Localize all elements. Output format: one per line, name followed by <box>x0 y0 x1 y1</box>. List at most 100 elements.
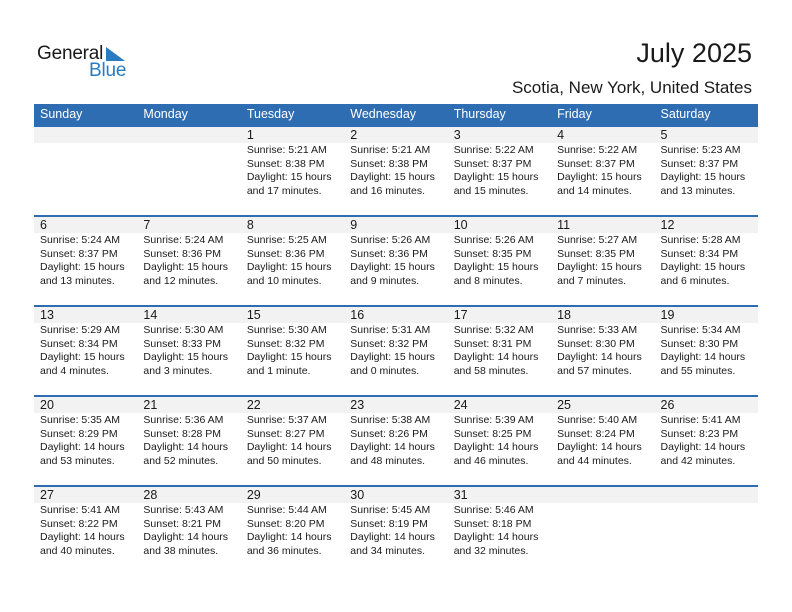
logo-text-blue: Blue <box>89 60 127 81</box>
week-row: 13 Sunrise: 5:29 AM Sunset: 8:34 PM Dayligh… <box>34 305 758 395</box>
sun-info: Sunrise: 5:32 AM Sunset: 8:31 PM Daylight:… <box>454 323 551 378</box>
sun-info: Sunrise: 5:31 AM Sunset: 8:32 PM Daylight:… <box>350 323 447 378</box>
daylight-hours: Daylight: 14 hours <box>660 441 746 453</box>
day-cell: 3 Sunrise: 5:22 AM Sunset: 8:37 PM Daylight… <box>448 127 551 215</box>
day-number: 29 <box>246 488 261 502</box>
daylight-minutes: and 50 minutes. <box>246 454 322 467</box>
day-number: 7 <box>143 218 151 232</box>
daylight-minutes: and 42 minutes. <box>660 454 736 467</box>
sun-info: Sunrise: 5:38 AM Sunset: 8:26 PM Daylight:… <box>350 413 447 468</box>
day-cell: 22 Sunrise: 5:37 AM Sunset: 8:27 PM Dayligh… <box>241 397 344 485</box>
day-cell: 14 Sunrise: 5:30 AM Sunset: 8:33 PM Dayligh… <box>137 307 240 395</box>
day-number: 4 <box>557 128 565 142</box>
sun-info: Sunrise: 5:29 AM Sunset: 8:34 PM Daylight:… <box>40 323 137 378</box>
sunset-time: Sunset: 8:34 PM <box>40 337 118 350</box>
sunset-time: Sunset: 8:19 PM <box>350 517 428 530</box>
daylight-hours: Daylight: 15 hours <box>40 351 125 363</box>
day-cell: 16 Sunrise: 5:31 AM Sunset: 8:32 PM Dayligh… <box>344 307 447 395</box>
day-cell: 12 Sunrise: 5:28 AM Sunset: 8:34 PM Dayligh… <box>655 217 758 305</box>
daylight-minutes: and 13 minutes. <box>660 184 736 197</box>
sunrise-time: Sunrise: 5:21 AM <box>246 144 327 156</box>
day-number: 28 <box>143 488 158 502</box>
sun-info: Sunrise: 5:33 AM Sunset: 8:30 PM Daylight:… <box>557 323 654 378</box>
sunrise-time: Sunrise: 5:26 AM <box>453 234 534 246</box>
sun-info: Sunrise: 5:46 AM Sunset: 8:18 PM Daylight:… <box>454 503 551 558</box>
week-row: 27 Sunrise: 5:41 AM Sunset: 8:22 PM Dayligh… <box>34 485 758 575</box>
weekday-friday: Friday <box>557 107 592 121</box>
day-cell: 10 Sunrise: 5:26 AM Sunset: 8:35 PM Dayligh… <box>448 217 551 305</box>
daylight-minutes: and 4 minutes. <box>40 364 109 377</box>
sunrise-time: Sunrise: 5:34 AM <box>660 324 741 336</box>
daylight-hours: Daylight: 15 hours <box>350 171 435 183</box>
week-cells: 1 Sunrise: 5:21 AM Sunset: 8:38 PM Daylight… <box>34 127 758 215</box>
daylight-hours: Daylight: 15 hours <box>557 261 642 273</box>
sunset-time: Sunset: 8:37 PM <box>453 157 532 170</box>
sun-info: Sunrise: 5:23 AM Sunset: 8:37 PM Daylight:… <box>661 143 758 198</box>
day-number: 25 <box>557 398 572 412</box>
day-number: 16 <box>350 308 365 322</box>
daylight-minutes: and 13 minutes. <box>40 274 115 287</box>
daylight-hours: Daylight: 14 hours <box>453 531 539 543</box>
daylight-hours: Daylight: 15 hours <box>246 171 332 183</box>
week-cells: 6 Sunrise: 5:24 AM Sunset: 8:37 PM Daylight… <box>34 217 758 305</box>
day-number: 17 <box>453 308 468 322</box>
week-row: 20 Sunrise: 5:35 AM Sunset: 8:29 PM Dayligh… <box>34 395 758 485</box>
sunset-time: Sunset: 8:29 PM <box>40 427 118 440</box>
sunrise-time: Sunrise: 5:32 AM <box>453 324 534 336</box>
daylight-minutes: and 40 minutes. <box>40 544 115 557</box>
day-cell: 20 Sunrise: 5:35 AM Sunset: 8:29 PM Dayligh… <box>34 397 137 485</box>
weekday-tuesday: Tuesday <box>246 107 295 121</box>
week-row: 6 Sunrise: 5:24 AM Sunset: 8:37 PM Daylight… <box>34 215 758 305</box>
sun-info: Sunrise: 5:41 AM Sunset: 8:23 PM Daylight:… <box>661 413 758 468</box>
day-cell: 15 Sunrise: 5:30 AM Sunset: 8:32 PM Dayligh… <box>241 307 344 395</box>
day-number: 11 <box>557 218 571 232</box>
sunrise-time: Sunrise: 5:43 AM <box>143 504 224 516</box>
sunset-time: Sunset: 8:22 PM <box>40 517 118 530</box>
sun-info: Sunrise: 5:27 AM Sunset: 8:35 PM Daylight:… <box>557 233 654 288</box>
day-number: 20 <box>40 398 54 412</box>
daylight-hours: Daylight: 15 hours <box>143 261 229 273</box>
sunrise-time: Sunrise: 5:41 AM <box>660 414 741 426</box>
sunrise-time: Sunrise: 5:37 AM <box>246 414 327 426</box>
day-cell: 17 Sunrise: 5:32 AM Sunset: 8:31 PM Dayligh… <box>448 307 551 395</box>
sunset-time: Sunset: 8:25 PM <box>453 427 532 440</box>
sunrise-time: Sunrise: 5:31 AM <box>350 324 431 336</box>
sunrise-time: Sunrise: 5:39 AM <box>453 414 534 426</box>
sun-info: Sunrise: 5:36 AM Sunset: 8:28 PM Daylight:… <box>143 413 240 468</box>
daylight-minutes: and 8 minutes. <box>453 274 523 287</box>
daylight-minutes: and 32 minutes. <box>453 544 529 557</box>
day-cell: 11 Sunrise: 5:27 AM Sunset: 8:35 PM Dayligh… <box>551 217 654 305</box>
sunset-time: Sunset: 8:31 PM <box>453 337 532 350</box>
sun-info: Sunrise: 5:22 AM Sunset: 8:37 PM Daylight:… <box>454 143 551 198</box>
sun-info: Sunrise: 5:28 AM Sunset: 8:34 PM Daylight:… <box>661 233 758 288</box>
day-number: 21 <box>143 398 158 412</box>
day-cell: 29 Sunrise: 5:44 AM Sunset: 8:20 PM Dayligh… <box>241 487 344 575</box>
day-number: 19 <box>660 308 675 322</box>
sunset-time: Sunset: 8:18 PM <box>453 517 532 530</box>
sunset-time: Sunset: 8:33 PM <box>143 337 222 350</box>
sunrise-time: Sunrise: 5:41 AM <box>40 504 120 516</box>
sun-info: Sunrise: 5:21 AM Sunset: 8:38 PM Daylight:… <box>350 143 447 198</box>
sunrise-time: Sunrise: 5:30 AM <box>246 324 327 336</box>
day-cell: 26 Sunrise: 5:41 AM Sunset: 8:23 PM Dayligh… <box>655 397 758 485</box>
weekday-thursday: Thursday <box>453 107 506 121</box>
daylight-minutes: and 44 minutes. <box>557 454 632 467</box>
daylight-minutes: and 7 minutes. <box>557 274 626 287</box>
sunset-time: Sunset: 8:23 PM <box>660 427 739 440</box>
daylight-minutes: and 16 minutes. <box>350 184 425 197</box>
daylight-hours: Daylight: 15 hours <box>246 261 332 273</box>
sunset-time: Sunset: 8:37 PM <box>660 157 739 170</box>
weekday-monday: Monday <box>143 107 188 121</box>
sunrise-time: Sunrise: 5:44 AM <box>246 504 327 516</box>
daylight-minutes: and 1 minute. <box>246 364 311 377</box>
week-cells: 20 Sunrise: 5:35 AM Sunset: 8:29 PM Dayligh… <box>34 397 758 485</box>
sunrise-time: Sunrise: 5:45 AM <box>350 504 431 516</box>
sunset-time: Sunset: 8:36 PM <box>350 247 428 260</box>
sunset-time: Sunset: 8:35 PM <box>557 247 635 260</box>
daylight-minutes: and 0 minutes. <box>350 364 420 377</box>
sunrise-time: Sunrise: 5:22 AM <box>557 144 638 156</box>
day-number: 23 <box>350 398 365 412</box>
sunrise-time: Sunrise: 5:33 AM <box>557 324 638 336</box>
sunrise-time: Sunrise: 5:26 AM <box>350 234 431 246</box>
day-number: 5 <box>660 128 668 142</box>
